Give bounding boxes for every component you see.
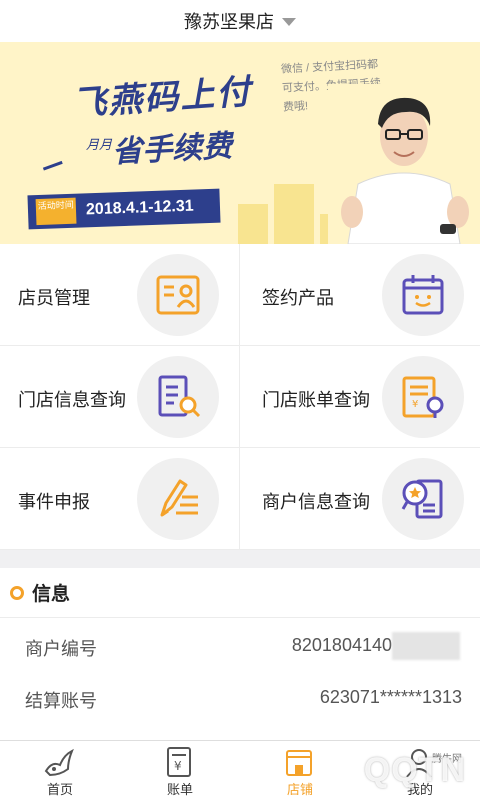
menu-item-label: 商户信息查询 [262, 492, 370, 512]
date-tag: 活动时间 [35, 197, 77, 226]
info-section-title: 信息 [32, 584, 71, 605]
svg-text:¥: ¥ [174, 759, 182, 773]
menu-item-label: 签约产品 [262, 288, 334, 308]
home-icon [44, 748, 74, 777]
banner-headline: 飞燕码上付 [71, 72, 254, 124]
banner-date-strip: 活动时间 2018.4.1-12.31 [27, 188, 221, 230]
tab-label: 首页 [46, 782, 73, 797]
menu-item-contract-products[interactable]: 签约产品 [240, 244, 480, 346]
section-divider [0, 550, 480, 568]
svg-text:¥: ¥ [412, 399, 418, 410]
menu-item-store-bill[interactable]: 门店账单查询 ¥ [240, 346, 480, 448]
document-search-icon [137, 356, 219, 438]
banner-sub-main: 省手续费 [111, 129, 233, 170]
banner-accent-stroke [42, 160, 66, 178]
menu-item-label: 门店账单查询 [262, 390, 370, 410]
info-value: 623071******1313 [319, 687, 462, 707]
info-key: 商户编号 [25, 639, 97, 659]
function-grid: 店员管理 签约产品 门店信息查询 门店账单查询 ¥ 事件申报 商户信息查询 [0, 244, 480, 550]
tab-home[interactable]: 首页 [0, 741, 120, 800]
banner-sub-prefix: 月月 [86, 137, 113, 152]
bill-icon: ¥ [167, 747, 191, 777]
staff-card-icon [137, 254, 219, 336]
section-dot-icon [10, 585, 24, 600]
info-section-header: 信息 [0, 568, 480, 618]
info-value: 8201804140 [291, 635, 392, 655]
tab-bill[interactable]: ¥ 账单 [120, 741, 240, 800]
store-name[interactable]: 豫苏坚果店 [184, 8, 274, 34]
watermark-text: QQTN [363, 751, 466, 789]
store-header[interactable]: 豫苏坚果店 [0, 0, 480, 42]
info-row-merchant-id: 商户编号 8201804140 [0, 620, 480, 672]
merchant-search-icon [382, 458, 464, 540]
menu-item-staff-management[interactable]: 店员管理 [0, 244, 240, 346]
menu-item-merchant-info[interactable]: 商户信息查询 [240, 448, 480, 550]
dropdown-caret-icon[interactable] [282, 18, 296, 26]
pencil-report-icon [137, 458, 219, 540]
menu-item-store-info[interactable]: 门店信息查询 [0, 346, 240, 448]
info-row-settlement-account: 结算账号 623071******1313 [0, 672, 480, 724]
menu-item-label: 店员管理 [18, 288, 90, 308]
menu-item-label: 事件申报 [18, 492, 90, 512]
spokesperson-illustration [328, 84, 480, 244]
site-watermark: 腾牛网 QQTN [282, 751, 472, 796]
info-key: 结算账号 [25, 691, 97, 711]
bill-stamp-icon: ¥ [382, 356, 464, 438]
tab-label: 账单 [166, 782, 193, 797]
menu-item-label: 门店信息查询 [18, 390, 126, 410]
banner-date: 2018.4.1-12.31 [85, 197, 194, 219]
calendar-smile-icon [382, 254, 464, 336]
redaction-mask [392, 632, 460, 660]
promo-banner[interactable]: 飞燕码上付 月月 省手续费 活动时间 2018.4.1-12.31 微信 / 支… [0, 42, 480, 244]
menu-item-event-report[interactable]: 事件申报 [0, 448, 240, 550]
